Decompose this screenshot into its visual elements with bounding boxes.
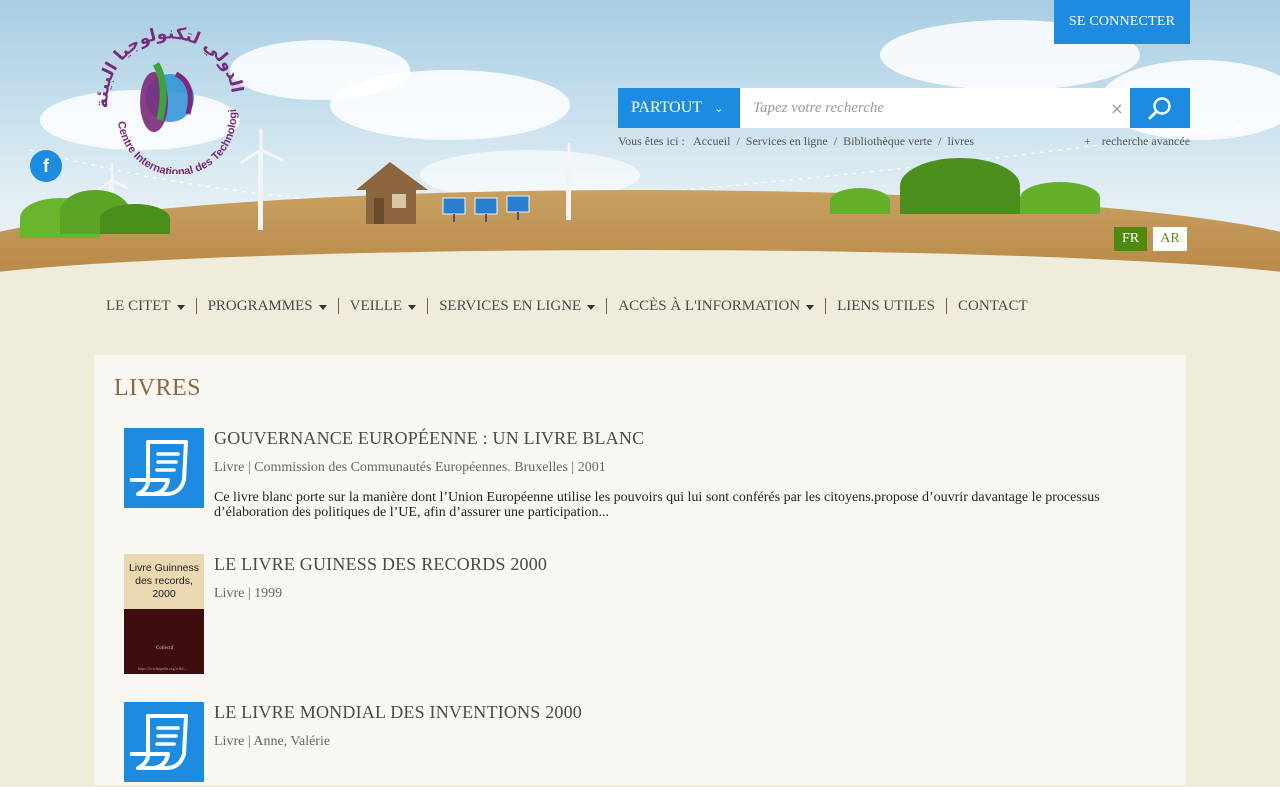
caret-down-icon	[587, 304, 596, 310]
cover-title: Livre Guinness des records, 2000	[124, 554, 204, 609]
content-panel: LIVRES GOUVERNANCE EUROPÉENNE : UN LIVRE…	[94, 355, 1186, 785]
nav-divider	[195, 298, 197, 314]
solar-panels-icon	[442, 195, 530, 222]
bush	[100, 204, 170, 234]
breadcrumb-item[interactable]: Accueil	[693, 134, 730, 148]
book-cover[interactable]: Livre Guinness des records, 2000 Collect…	[124, 554, 204, 674]
chevron-down-icon: ⌄	[714, 101, 724, 115]
book-description: Ce livre blanc porte sur la manière dont…	[214, 490, 1100, 520]
book-thumbnail[interactable]	[124, 428, 204, 508]
book-meta: Livre | 1999	[214, 586, 283, 601]
nav-item-acces-information[interactable]: ACCÈS À L'INFORMATION	[618, 298, 815, 315]
search-button[interactable]	[1130, 88, 1190, 128]
lang-ar-button[interactable]: AR	[1153, 227, 1187, 251]
breadcrumb-item[interactable]: Bibliothèque verte	[843, 134, 932, 148]
nav-item-contact[interactable]: CONTACT	[958, 298, 1028, 315]
nav-item-programmes[interactable]: PROGRAMMES	[208, 298, 327, 315]
search-scope-select[interactable]: PARTOUT ⌄	[618, 88, 740, 128]
book-item: Livre Guinness des records, 2000 Collect…	[124, 554, 1124, 674]
bush	[830, 188, 890, 214]
breadcrumb: Vous êtes ici : Accueil / Services en li…	[618, 134, 975, 148]
breadcrumb-item-current: livres	[947, 134, 975, 148]
login-button[interactable]: SE CONNECTER	[1054, 0, 1190, 44]
book-title[interactable]: LE LIVRE GUINESS DES RECORDS 2000	[214, 554, 547, 575]
nav-divider	[337, 298, 339, 314]
cover-footer: https://fr.wikipedia.org/wiki/...	[138, 666, 187, 671]
nav-item-veille[interactable]: VEILLE	[350, 298, 417, 315]
document-icon	[130, 440, 188, 496]
lang-fr-button[interactable]: FR	[1114, 227, 1147, 251]
nav-divider	[946, 298, 948, 314]
search-scope-label: PARTOUT	[631, 99, 703, 116]
nav-divider	[825, 298, 827, 314]
nav-item-services-en-ligne[interactable]: SERVICES EN LIGNE	[439, 298, 596, 315]
citet-logo[interactable]: مركز تونس الدولي لتكنولوجيا البيئة Centr…	[96, 24, 244, 174]
advanced-search-link[interactable]: + recherche avancée	[1084, 134, 1190, 149]
book-thumbnail[interactable]	[124, 702, 204, 782]
house-icon	[356, 162, 428, 224]
book-title[interactable]: LE LIVRE MONDIAL DES INVENTIONS 2000	[214, 702, 582, 723]
bush	[900, 158, 1020, 214]
nav-divider	[606, 298, 608, 314]
search-input[interactable]	[740, 88, 1130, 128]
book-item: LE LIVRE MONDIAL DES INVENTIONS 2000 Liv…	[124, 702, 1124, 782]
breadcrumb-item[interactable]: Services en ligne	[746, 134, 828, 148]
cover-author: Collectif	[156, 646, 174, 651]
caret-down-icon	[806, 304, 815, 310]
breadcrumb-prefix: Vous êtes ici :	[618, 134, 685, 148]
caret-down-icon	[176, 304, 185, 310]
nav-divider	[427, 298, 429, 314]
clear-icon[interactable]: ×	[1108, 96, 1126, 120]
caret-down-icon	[408, 304, 417, 310]
page-title: LIVRES	[114, 375, 201, 401]
book-meta: Livre | Commission des Communautés Europ…	[214, 460, 606, 475]
caret-down-icon	[318, 304, 327, 310]
book-meta: Livre | Anne, Valérie	[214, 734, 331, 749]
nav-item-liens-utiles[interactable]: LIENS UTILES	[837, 298, 935, 315]
book-title[interactable]: GOUVERNANCE EUROPÉENNE : UN LIVRE BLANC	[214, 428, 644, 449]
document-icon	[130, 714, 188, 770]
bush	[1020, 182, 1100, 214]
header-banner: مركز تونس الدولي لتكنولوجيا البيئة Centr…	[0, 0, 1280, 285]
advanced-search-label: recherche avancée	[1101, 134, 1191, 148]
book-item: GOUVERNANCE EUROPÉENNE : UN LIVRE BLANC …	[124, 428, 1124, 528]
main-nav: LE CITET PROGRAMMES VEILLE SERVICES EN L…	[106, 296, 1028, 316]
plus-icon: +	[1084, 134, 1091, 148]
search-icon	[1148, 97, 1171, 120]
facebook-icon[interactable]: f	[30, 150, 62, 182]
nav-item-le-citet[interactable]: LE CITET	[106, 298, 185, 315]
